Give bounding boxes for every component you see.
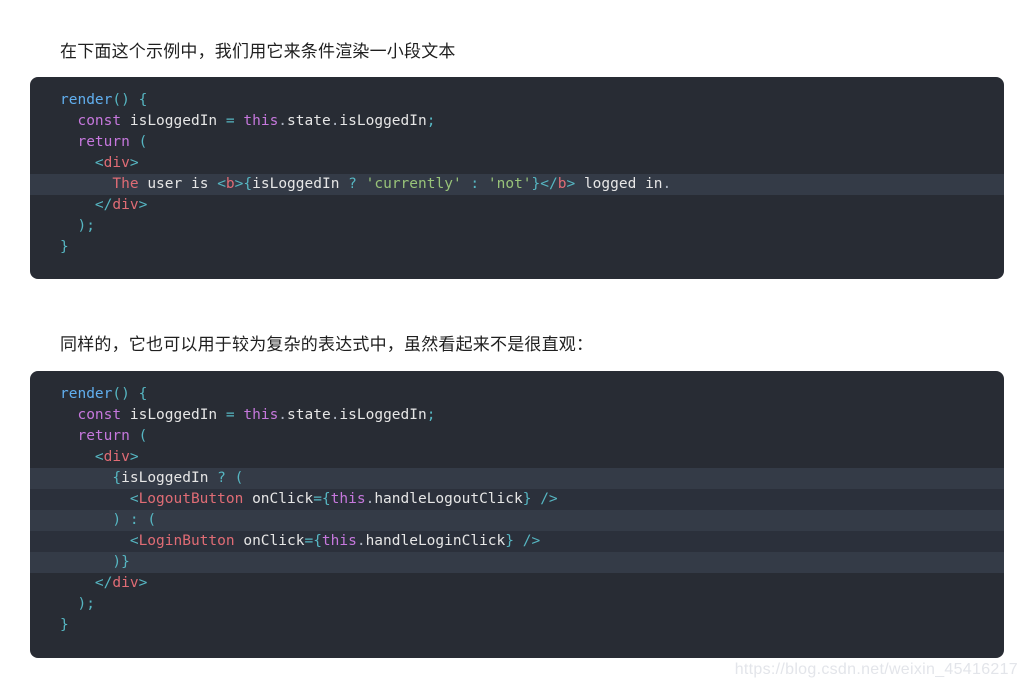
code-line: <LogoutButton onClick={this.handleLogout… xyxy=(30,489,1004,510)
code-line: ); xyxy=(77,596,95,612)
code-line: render() { xyxy=(60,92,148,108)
code-line: const isLoggedIn = this.state.isLoggedIn… xyxy=(77,113,436,129)
code-line: <div> xyxy=(94,449,139,465)
code-line: const isLoggedIn = this.state.isLoggedIn… xyxy=(77,407,436,423)
code-line: } xyxy=(60,239,69,255)
code-line: </div> xyxy=(94,575,148,591)
page-root: 在下面这个示例中，我们用它来条件渲染一小段文本 render() { const… xyxy=(0,0,1030,687)
code-line: </div> xyxy=(94,197,148,213)
code-line: <div> xyxy=(94,155,139,171)
code-line: return ( xyxy=(77,428,148,444)
code-line: ); xyxy=(77,218,95,234)
paragraph-intro-complex-expression: 同样的，它也可以用于较为复杂的表达式中，虽然看起来不是很直观： xyxy=(60,335,594,354)
code-block-conditional-text[interactable]: render() { const isLoggedIn = this.state… xyxy=(30,77,1004,279)
code-line: render() { xyxy=(60,386,148,402)
code-line: ) : ( xyxy=(30,510,1004,531)
code-line: )} xyxy=(30,552,1004,573)
watermark-blog-url: https://blog.csdn.net/weixin_45416217 xyxy=(734,661,1018,678)
code-line: return ( xyxy=(77,134,148,150)
code-line: {isLoggedIn ? ( xyxy=(30,468,1004,489)
code-line: The user is <b>{isLoggedIn ? 'currently'… xyxy=(30,174,1004,195)
code-line: } xyxy=(60,617,69,633)
paragraph-intro-conditional-text: 在下面这个示例中，我们用它来条件渲染一小段文本 xyxy=(60,42,456,61)
code-block-conditional-component[interactable]: render() { const isLoggedIn = this.state… xyxy=(30,371,1004,658)
code-line: <LoginButton onClick={this.handleLoginCl… xyxy=(30,531,1004,552)
